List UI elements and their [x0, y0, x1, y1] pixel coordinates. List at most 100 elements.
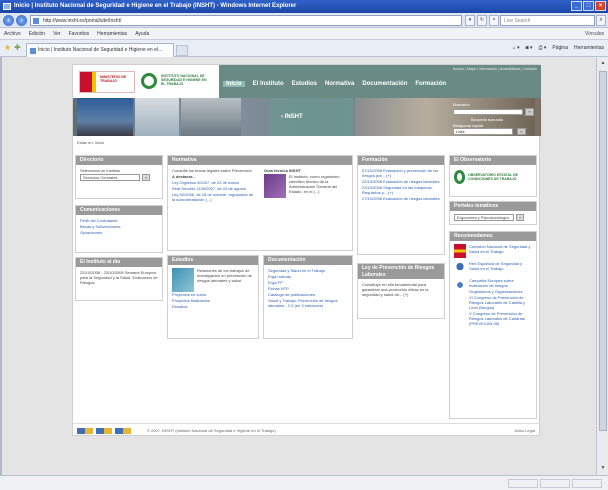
al-dia-text[interactable]: 22/10/2008 - 23/10/2008 Semana Europea p… [80, 270, 158, 285]
ley-prevencion-title[interactable]: Ley de Prevención de Riesgos Laborales [358, 264, 444, 279]
browser-search-input[interactable]: Live Search [500, 15, 595, 26]
maximize-button[interactable]: □ [583, 1, 594, 11]
portales-go-button[interactable]: » [516, 214, 524, 221]
menu-ver[interactable]: Ver [53, 28, 61, 39]
list-item[interactable]: Seguridad y Salud en el Trabajo [268, 268, 348, 273]
minimize-button[interactable]: _ [571, 1, 582, 11]
w3c-badge-icon[interactable] [115, 428, 131, 434]
command-tools[interactable]: Herramientas [574, 44, 604, 53]
formacion-title: Formación [358, 156, 444, 165]
list-item[interactable]: Campaña Europea sobre evaluación de ries… [469, 278, 532, 288]
w3c-badge-icon[interactable] [96, 428, 112, 434]
list-item[interactable]: Proyectos finalizados [172, 298, 254, 303]
menu-favoritos[interactable]: Favoritos [69, 28, 90, 39]
list-item[interactable]: Estudios [172, 304, 254, 309]
nav-formacion[interactable]: Formación [415, 81, 446, 87]
tab-insht[interactable]: Inicio | Instituto Nacional de Seguridad… [26, 43, 174, 57]
list-item[interactable]: Comisión Nacional de Seguridad y Salud e… [469, 244, 532, 257]
quick-search-button[interactable]: » [517, 128, 526, 135]
list-item[interactable]: Erga-FP [268, 280, 348, 285]
guide-title[interactable]: Guía técnica INSHT [264, 168, 346, 173]
observatorio-logo[interactable]: OBSERVATORIO ESTATAL DE CONDICIONES DE T… [450, 165, 536, 189]
advanced-search-link[interactable]: Búsqueda avanzada [471, 118, 503, 122]
estudios-image[interactable] [172, 268, 194, 292]
list-item[interactable]: 27/10/2008 Evaluación de riesgos laboral… [362, 196, 440, 201]
quick-search-select[interactable]: Lista [453, 128, 513, 135]
forward-button[interactable]: › [16, 15, 27, 26]
menu-herramientas[interactable]: Herramientas [97, 28, 127, 39]
close-button[interactable]: × [595, 1, 606, 11]
links-menu[interactable]: Vínculos [585, 28, 608, 39]
refresh-icon[interactable]: ↻ [477, 15, 487, 26]
list-item[interactable]: Ley Orgánica 3/2007, de 22 de marzo [172, 180, 256, 185]
print-icon[interactable]: ⎙ ▾ [539, 44, 547, 53]
list-item[interactable]: 07/10/2008 Evaluación y prevención de lo… [362, 168, 440, 178]
menu-edicion[interactable]: Edición [29, 28, 45, 39]
window-titlebar: Inicio | Instituto Nacional de Seguridad… [0, 0, 608, 13]
new-tab-button[interactable] [176, 45, 188, 56]
list-item[interactable]: Ley 32/2006, de 18 de octubre, regulador… [172, 192, 256, 202]
campaign-logo-icon[interactable] [454, 278, 466, 292]
list-item[interactable]: Organismos y Organizaciones [469, 289, 532, 294]
stop-icon[interactable]: × [489, 15, 499, 26]
nav-el-instituto[interactable]: El Instituto [253, 81, 284, 87]
website: MINISTERIO DE TRABAJO INSTITUTO NACIONAL… [72, 64, 541, 438]
list-item[interactable]: Perfil del Contratante [80, 218, 158, 223]
directorio-go-button[interactable]: » [142, 174, 150, 181]
dropdown-arrow-icon[interactable]: ▾ [465, 15, 475, 26]
list-item[interactable]: Erga noticias [268, 274, 348, 279]
nav-documentacion[interactable]: Documentación [362, 81, 407, 87]
scroll-up-icon[interactable]: ▲ [599, 59, 607, 68]
list-item[interactable]: 22/10/2008 Evaluación de riesgos laboral… [362, 179, 440, 184]
scroll-down-icon[interactable]: ▼ [599, 464, 607, 473]
directorio-select[interactable]: Servicios Centrales [80, 174, 140, 181]
nav-inicio[interactable]: Inicio [223, 81, 245, 87]
government-logo[interactable]: MINISTERIO DE TRABAJO [79, 71, 135, 93]
top-links[interactable]: Acceso | Mapa | Información | Accesibili… [453, 67, 537, 71]
menu-ayuda[interactable]: Ayuda [135, 28, 149, 39]
url-input[interactable]: http://www.insht.es/portal/site/Insht/ [30, 15, 462, 26]
w3c-badge-icon[interactable] [77, 428, 93, 434]
portales-select[interactable]: Ergonomía y Psicosociología [454, 214, 514, 221]
site-search-input[interactable] [453, 109, 523, 115]
banner-link[interactable]: › INSHT [281, 114, 303, 120]
list-item[interactable]: Fichas NTP [268, 286, 348, 291]
vertical-scrollbar[interactable]: ▲ ▼ [596, 57, 608, 475]
home-icon[interactable]: ⌂ ▾ [513, 44, 520, 53]
insht-logo-icon[interactable] [141, 73, 157, 89]
command-bar: ⌂ ▾ ◙ ▾ ⎙ ▾ Página Herramientas [513, 44, 604, 53]
list-item[interactable]: VI Congreso de Prevención de Riesgos Lab… [469, 295, 532, 310]
back-button[interactable]: ‹ [3, 15, 14, 26]
address-buttons: ▾ ↻ × [465, 15, 499, 26]
zoom-control[interactable] [572, 479, 602, 488]
list-item[interactable]: Proyectos en curso [172, 292, 254, 297]
commission-logo-icon[interactable] [454, 244, 466, 258]
recommend-row: Comisión Nacional de Seguridad y Salud e… [454, 244, 532, 258]
feeds-icon[interactable]: ◙ ▾ [526, 44, 533, 53]
guide-book-image[interactable] [264, 174, 286, 198]
list-item[interactable]: V Congreso de Prevención de Riesgos Labo… [469, 311, 532, 326]
list-item[interactable]: 23/10/2008 Seguridad en las máquinas. Re… [362, 185, 440, 195]
add-favorites-icon[interactable]: ✚ [14, 44, 21, 52]
scroll-thumb[interactable] [599, 71, 607, 431]
list-item[interactable]: Real Decreto 1109/2007, de 24 de agosto [172, 186, 256, 191]
address-bar: ‹ › http://www.insht.es/portal/site/Insh… [0, 13, 608, 28]
list-item[interactable]: Oposiciones [80, 230, 158, 235]
list-item[interactable]: Red Española de Seguridad y Salud en el … [469, 261, 532, 274]
url-text: http://www.insht.es/portal/site/Insht/ [43, 18, 122, 24]
nav-estudios[interactable]: Estudios [292, 81, 317, 87]
favorites-star-icon[interactable]: ★ [4, 44, 11, 52]
network-logo-icon[interactable] [454, 261, 466, 275]
search-icon[interactable]: ⌕ [596, 15, 606, 26]
site-search-button[interactable]: » [525, 108, 534, 116]
command-page[interactable]: Página [552, 44, 568, 53]
normativa-destacar: A destacar... [172, 174, 196, 179]
nav-normativa[interactable]: Normativa [325, 81, 354, 87]
list-item[interactable]: Becas y Subvenciones [80, 224, 158, 229]
list-item[interactable]: Catálogo de publicaciones [268, 292, 348, 297]
list-item[interactable]: Salud y Trabajo: Prevención de riesgos l… [268, 298, 348, 308]
site-header: MINISTERIO DE TRABAJO INSTITUTO NACIONAL… [73, 65, 541, 98]
banner-photo-lab [135, 98, 179, 136]
legal-link[interactable]: Aviso Legal [514, 424, 535, 438]
menu-archivo[interactable]: Archivo [4, 28, 21, 39]
